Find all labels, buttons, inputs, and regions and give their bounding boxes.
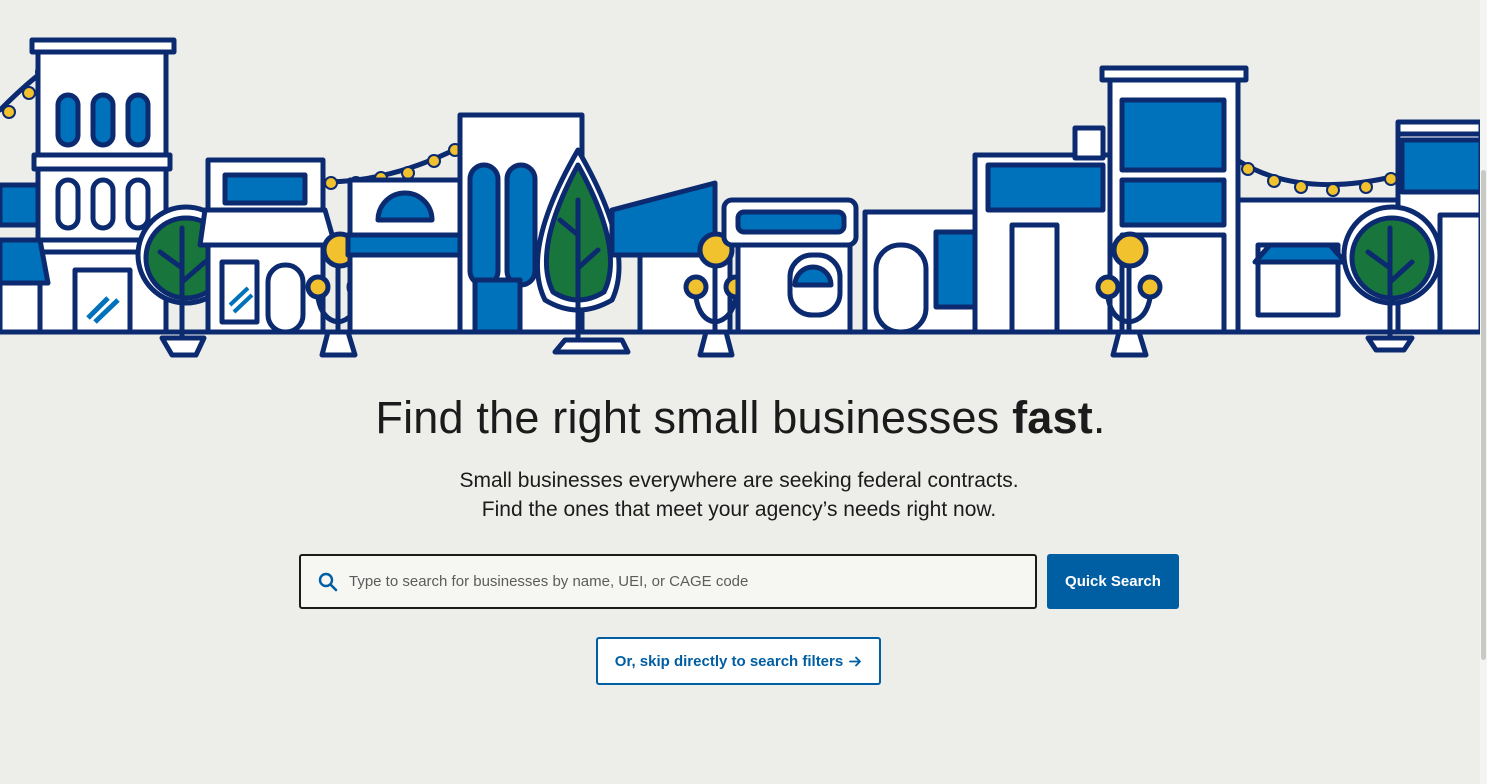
page: Find the right small businesses fast. Sm…: [0, 0, 1487, 784]
search-input[interactable]: [349, 556, 1029, 607]
quick-search-button[interactable]: Quick Search: [1047, 554, 1179, 609]
skip-to-filters-button[interactable]: Or, skip directly to search filters: [596, 637, 881, 685]
subtext-line-2: Find the ones that meet your agency’s ne…: [481, 498, 997, 521]
arrow-right-icon: [849, 656, 862, 666]
skip-to-filters-label: Or, skip directly to search filters: [614, 652, 844, 670]
headline-emphasis: fast: [1012, 392, 1093, 443]
page-headline: Find the right small businesses fast.: [375, 392, 1106, 443]
hero-subtext: Small businesses everywhere are seeking …: [0, 466, 1478, 524]
quick-search-field[interactable]: [299, 554, 1037, 609]
scrollbar-thumb[interactable]: [1481, 170, 1486, 660]
storefront-illustration: [0, 37, 1481, 358]
search-icon: [318, 572, 338, 592]
scrollbar[interactable]: [1480, 0, 1487, 784]
subtext-line-1: Small businesses everywhere are seeking …: [459, 469, 1019, 492]
